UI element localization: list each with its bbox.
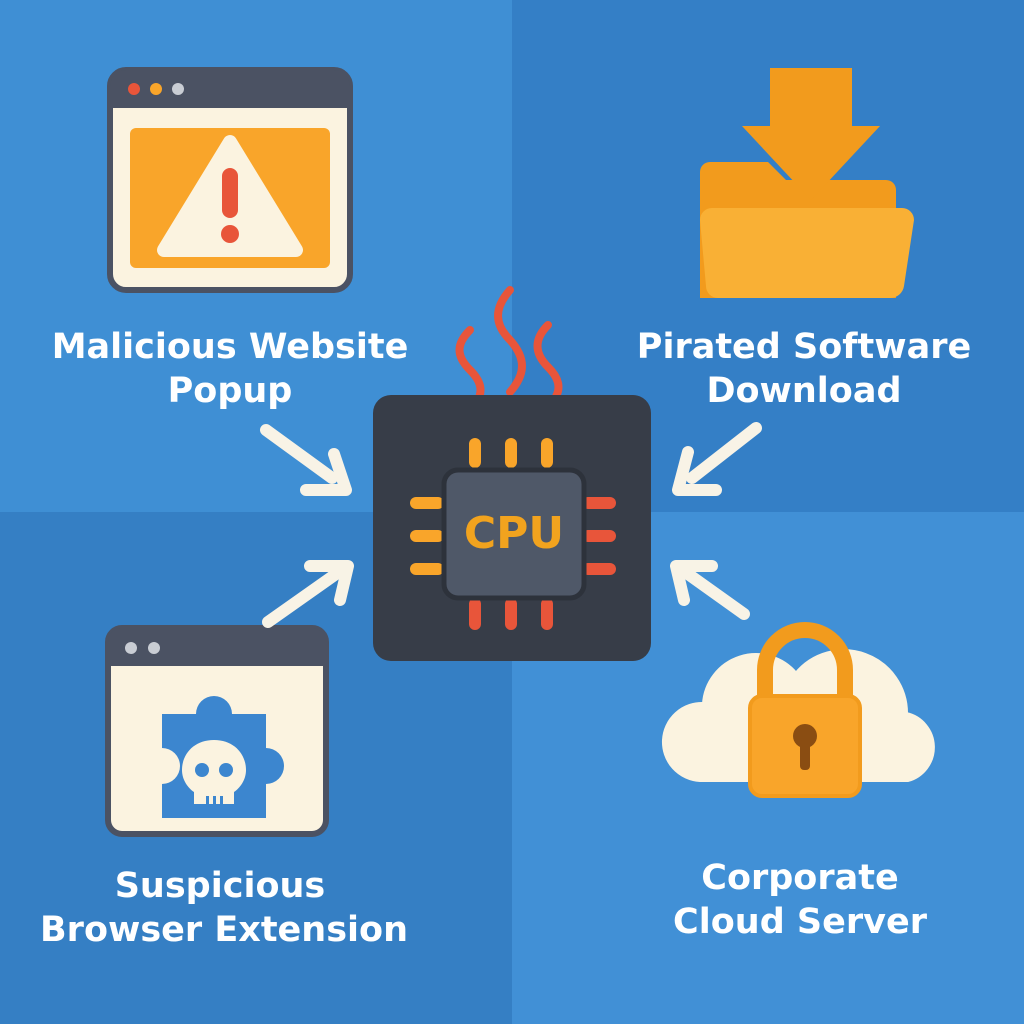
node-label-browser-extension: Suspicious Browser Extension <box>40 864 408 952</box>
node-label-line: Popup <box>167 371 293 411</box>
cloud-lock-icon <box>662 622 935 798</box>
node-label-line: Suspicious <box>114 866 326 906</box>
node-label-line: Browser Extension <box>40 910 408 950</box>
node-label-line: Malicious Website <box>51 327 409 367</box>
node-label-line: Corporate <box>701 858 899 898</box>
node-label-line: Pirated Software <box>636 327 972 367</box>
arrow-top-right <box>672 422 762 496</box>
node-label-pirated-software: Pirated Software Download <box>624 325 984 413</box>
warning-window-icon <box>107 67 353 293</box>
heat-waves-icon <box>455 286 563 414</box>
node-label-line: Cloud Server <box>673 902 927 942</box>
node-label-malicious-website: Malicious Website Popup <box>50 325 410 413</box>
arrow-bottom-left <box>262 560 354 628</box>
cpu-label: CPU <box>463 508 565 559</box>
download-folder-icon <box>700 68 914 299</box>
arrow-bottom-right <box>670 560 750 620</box>
node-label-cloud-server: Corporate Cloud Server <box>620 856 980 944</box>
arrow-top-left <box>260 424 352 496</box>
skull-puzzle-window-icon <box>105 625 329 837</box>
node-label-line: Download <box>706 371 902 411</box>
